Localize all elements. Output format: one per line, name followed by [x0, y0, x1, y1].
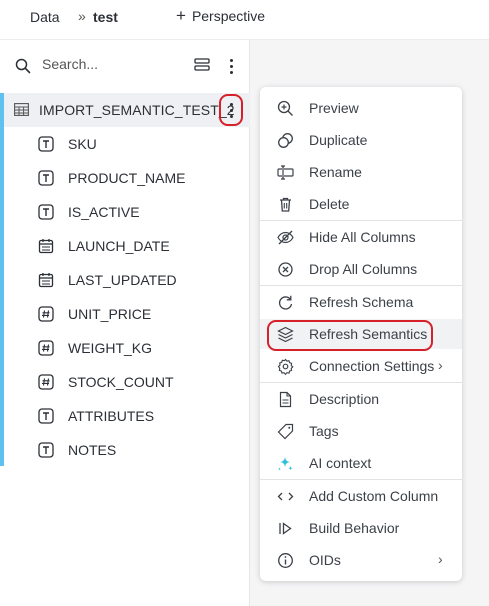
search-icon: [15, 58, 31, 74]
table-tree-item[interactable]: IMPORT_SEMANTIC_TEST_2: [0, 93, 250, 127]
tag-icon: [277, 423, 294, 440]
data-tree-panel: IMPORT_SEMANTIC_TEST_2 SKU PRODUCT_NAME IS…: [0, 40, 250, 606]
column-item[interactable]: SKU: [38, 127, 238, 161]
menu-item-label: Delete: [309, 196, 350, 212]
refresh-icon: [277, 294, 294, 311]
column-item[interactable]: IS_ACTIVE: [38, 195, 238, 229]
settings-icon: [277, 358, 294, 376]
column-item[interactable]: ATTRIBUTES: [38, 399, 238, 433]
column-name: NOTES: [68, 442, 117, 458]
menu-item-label: Description: [309, 391, 380, 407]
breadcrumb-data[interactable]: Data: [30, 9, 60, 25]
column-item[interactable]: STOCK_COUNT: [38, 365, 238, 399]
menu-divider: [260, 382, 462, 383]
column-name: SKU: [68, 136, 97, 152]
menu-item-delete[interactable]: Delete: [260, 189, 462, 219]
selection-accent-bar: [0, 93, 4, 466]
behavior-icon: [277, 520, 294, 537]
column-item[interactable]: PRODUCT_NAME: [38, 161, 238, 195]
column-name: LAUNCH_DATE: [68, 238, 170, 254]
column-item[interactable]: LAUNCH_DATE: [38, 229, 238, 263]
menu-item-duplicate[interactable]: Duplicate: [260, 125, 462, 155]
menu-item-label: Refresh Schema: [309, 294, 414, 310]
eye-off-icon: [277, 229, 294, 246]
column-item[interactable]: WEIGHT_KG: [38, 331, 238, 365]
column-item[interactable]: LAST_UPDATED: [38, 263, 238, 297]
menu-item-rename[interactable]: Rename: [260, 157, 462, 187]
number-type-icon: [38, 340, 54, 356]
search-input[interactable]: [42, 56, 172, 72]
search-bar: [14, 54, 244, 78]
sparkle-icon: [277, 455, 294, 472]
menu-item-ai-context[interactable]: AI context: [260, 448, 462, 478]
plus-icon: +: [176, 6, 186, 25]
column-name: UNIT_PRICE: [68, 306, 152, 322]
menu-divider: [260, 479, 462, 480]
zoom-in-icon: [277, 100, 294, 117]
list-view-icon[interactable]: [194, 58, 210, 72]
menu-item-preview[interactable]: Preview: [260, 93, 462, 123]
column-name: STOCK_COUNT: [68, 374, 174, 390]
info-icon: [277, 552, 294, 569]
menu-item-label: OIDs: [309, 552, 341, 568]
breadcrumb-separator: »: [78, 8, 86, 24]
menu-divider: [260, 285, 462, 286]
add-perspective-button[interactable]: + Perspective: [176, 7, 265, 24]
trash-icon: [277, 196, 294, 213]
panel-more-icon[interactable]: [224, 56, 238, 76]
breadcrumb-current[interactable]: test: [93, 9, 118, 25]
column-item[interactable]: UNIT_PRICE: [38, 297, 238, 331]
menu-item-refresh-semantics[interactable]: Refresh Semantics: [260, 319, 462, 351]
menu-divider: [260, 220, 462, 221]
chevron-right-icon: ›: [438, 357, 443, 373]
column-name: IS_ACTIVE: [68, 204, 140, 220]
table-name: IMPORT_SEMANTIC_TEST_2: [39, 102, 235, 118]
menu-item-connection-settings[interactable]: Connection Settings ›: [260, 351, 462, 381]
menu-item-label: Connection Settings: [309, 358, 435, 374]
number-type-icon: [38, 306, 54, 322]
table-icon: [14, 103, 29, 116]
column-item[interactable]: NOTES: [38, 433, 238, 467]
text-type-icon: [38, 136, 54, 152]
highlight-annotation: [267, 320, 433, 351]
number-type-icon: [38, 374, 54, 390]
text-type-icon: [38, 204, 54, 220]
menu-item-tags[interactable]: Tags: [260, 416, 462, 446]
menu-item-label: Hide All Columns: [309, 229, 416, 245]
menu-item-add-custom-column[interactable]: Add Custom Column: [260, 481, 462, 511]
top-bar: Data » test + Perspective: [0, 0, 489, 40]
menu-item-refresh-schema[interactable]: Refresh Schema: [260, 287, 462, 317]
text-type-icon: [38, 170, 54, 186]
chevron-right-icon: ›: [438, 551, 443, 567]
menu-item-oids[interactable]: OIDs ›: [260, 545, 462, 575]
column-name: LAST_UPDATED: [68, 272, 177, 288]
document-icon: [277, 391, 294, 408]
menu-item-build-behavior[interactable]: Build Behavior: [260, 513, 462, 543]
menu-item-label: Preview: [309, 100, 359, 116]
column-name: PRODUCT_NAME: [68, 170, 186, 186]
menu-item-label: Add Custom Column: [309, 488, 439, 504]
menu-item-hide-all-columns[interactable]: Hide All Columns: [260, 222, 462, 252]
menu-item-label: Build Behavior: [309, 520, 400, 536]
text-type-icon: [38, 408, 54, 424]
menu-item-drop-all-columns[interactable]: Drop All Columns: [260, 254, 462, 284]
table-more-icon[interactable]: [219, 94, 243, 126]
column-name: WEIGHT_KG: [68, 340, 153, 356]
date-type-icon: [38, 238, 54, 254]
menu-item-label: Rename: [309, 164, 362, 180]
menu-item-label: AI context: [309, 455, 372, 471]
perspective-label: Perspective: [191, 7, 266, 24]
text-type-icon: [38, 442, 54, 458]
menu-item-label: Duplicate: [309, 132, 368, 148]
duplicate-icon: [277, 132, 294, 149]
menu-item-description[interactable]: Description: [260, 384, 462, 414]
table-context-menu: Preview Duplicate Rename Delete Hide All Col…: [260, 87, 462, 581]
code-icon: [277, 488, 294, 505]
menu-item-label: Tags: [309, 423, 339, 439]
column-name: ATTRIBUTES: [68, 408, 155, 424]
rename-icon: [277, 164, 294, 181]
circle-x-icon: [277, 261, 294, 278]
menu-item-label: Drop All Columns: [309, 261, 418, 277]
date-type-icon: [38, 272, 54, 288]
